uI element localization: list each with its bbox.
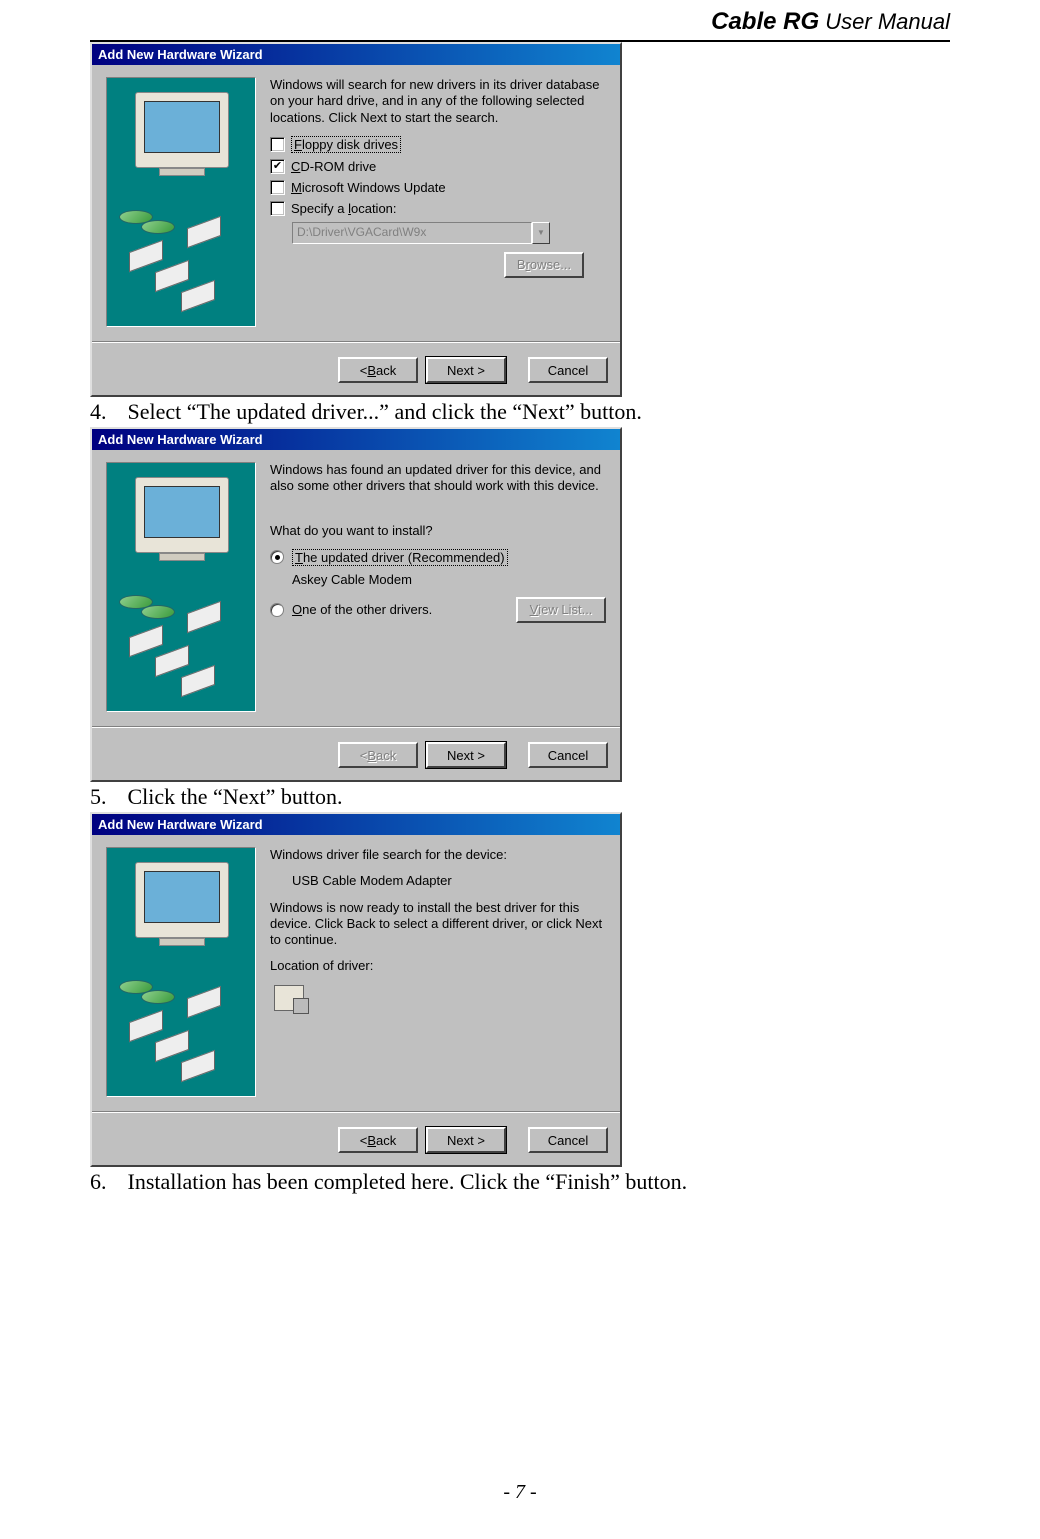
updated-driver-label: The updated driver (Recommended) — [292, 549, 508, 566]
updated-driver-radio[interactable] — [270, 550, 284, 564]
card-icon — [129, 240, 163, 272]
wizard3-line1: Windows driver file search for the devic… — [270, 847, 606, 863]
viewlist-button[interactable]: View List... — [516, 597, 606, 623]
winupdate-checkbox[interactable] — [270, 180, 285, 195]
monitor-icon — [135, 92, 229, 168]
wizard2-titlebar: Add New Hardware Wizard — [92, 429, 620, 450]
disc-icon — [141, 605, 175, 619]
card-icon — [187, 216, 221, 248]
wizard3-loc-label: Location of driver: — [270, 958, 606, 974]
card-icon — [155, 1030, 189, 1062]
next-button[interactable]: Next > — [426, 742, 506, 768]
header-title-bold: Cable RG — [711, 8, 819, 35]
wizard2-illustration — [106, 462, 256, 712]
wizard-dialog-3: Add New Hardware Wizard Windows driver f… — [90, 812, 622, 1167]
back-button[interactable]: < Back — [338, 1127, 418, 1153]
specify-label: Specify a location: — [291, 201, 397, 216]
wizard-dialog-2: Add New Hardware Wizard Windows has foun… — [90, 427, 622, 782]
disc-icon — [141, 220, 175, 234]
floppy-checkbox[interactable] — [270, 137, 285, 152]
card-icon — [129, 1010, 163, 1042]
driver-location-icon — [274, 985, 304, 1011]
specify-checkbox[interactable] — [270, 201, 285, 216]
location-dropdown-icon[interactable]: ▼ — [532, 222, 550, 244]
card-icon — [155, 645, 189, 677]
monitor-base-icon — [159, 168, 205, 176]
back-button[interactable]: < Back — [338, 742, 418, 768]
back-button[interactable]: < Back — [338, 357, 418, 383]
cancel-button[interactable]: Cancel — [528, 1127, 608, 1153]
cdrom-checkbox[interactable]: ✔ — [270, 159, 285, 174]
header-title-rest: User Manual — [819, 9, 950, 34]
browse-button[interactable]: Browse... — [504, 252, 584, 278]
device-name: Askey Cable Modem — [292, 572, 606, 587]
disc-icon — [141, 990, 175, 1004]
step-5: 5. Click the “Next” button. — [90, 784, 950, 810]
monitor-icon — [135, 477, 229, 553]
wizard3-device: USB Cable Modem Adapter — [292, 873, 606, 889]
floppy-label: Floppy disk drives — [291, 136, 401, 153]
other-driver-radio[interactable] — [270, 603, 284, 617]
step-6: 6. Installation has been completed here.… — [90, 1169, 950, 1195]
card-icon — [155, 260, 189, 292]
wizard2-question: What do you want to install? — [270, 523, 606, 539]
card-icon — [181, 665, 215, 697]
next-button[interactable]: Next > — [426, 1127, 506, 1153]
card-icon — [187, 601, 221, 633]
wizard-dialog-1: Add New Hardware Wizard Windows will sea… — [90, 42, 622, 397]
card-icon — [129, 625, 163, 657]
page-header: Cable RG User Manual — [90, 0, 950, 42]
wizard1-titlebar: Add New Hardware Wizard — [92, 44, 620, 65]
wizard2-intro: Windows has found an updated driver for … — [270, 462, 606, 495]
cdrom-label: CD-ROM drive — [291, 159, 376, 174]
wizard3-line2: Windows is now ready to install the best… — [270, 900, 606, 949]
card-icon — [187, 986, 221, 1018]
wizard3-titlebar: Add New Hardware Wizard — [92, 814, 620, 835]
page-number: - 7 - — [0, 1481, 1040, 1504]
step-4: 4. Select “The updated driver...” and cl… — [90, 399, 950, 425]
card-icon — [181, 1050, 215, 1082]
winupdate-label: Microsoft Windows Update — [291, 180, 446, 195]
wizard3-illustration — [106, 847, 256, 1097]
cancel-button[interactable]: Cancel — [528, 742, 608, 768]
cancel-button[interactable]: Cancel — [528, 357, 608, 383]
other-driver-label: One of the other drivers. — [292, 602, 432, 617]
card-icon — [181, 280, 215, 312]
monitor-base-icon — [159, 938, 205, 946]
monitor-icon — [135, 862, 229, 938]
monitor-base-icon — [159, 553, 205, 561]
next-button[interactable]: Next > — [426, 357, 506, 383]
wizard1-illustration — [106, 77, 256, 327]
wizard1-intro: Windows will search for new drivers in i… — [270, 77, 606, 126]
location-input[interactable]: D:\Driver\VGACard\W9x — [292, 222, 532, 244]
